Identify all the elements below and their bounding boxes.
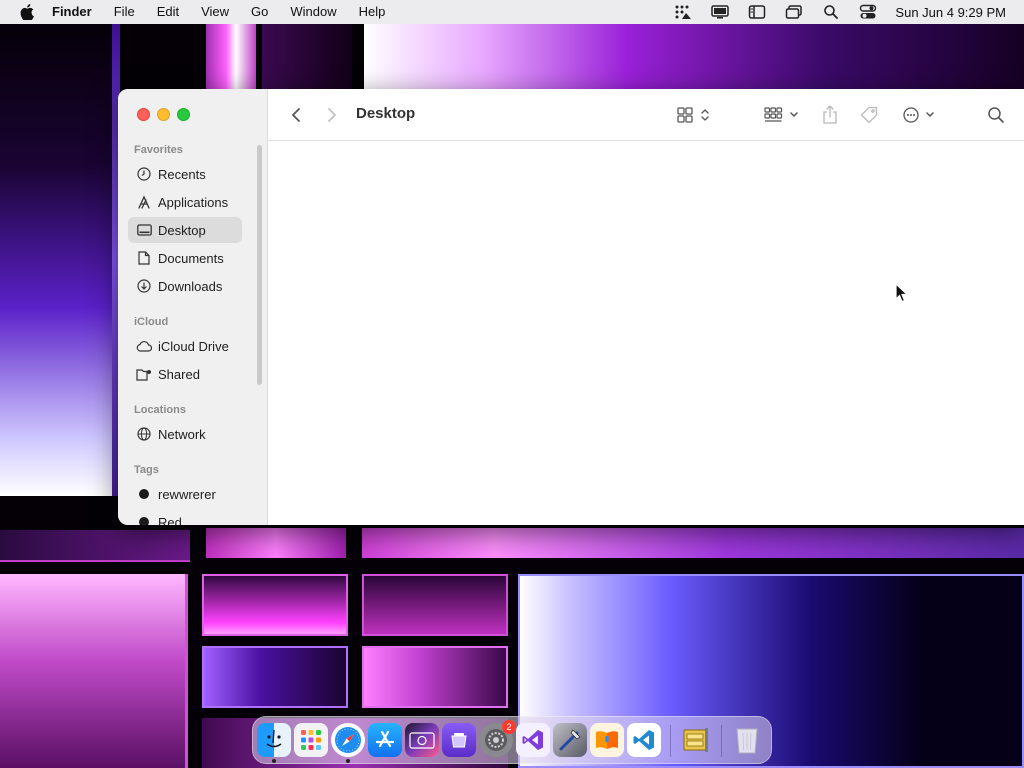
grid-apps-icon[interactable] (673, 3, 693, 21)
download-icon (136, 278, 152, 294)
zoom-window-button[interactable] (177, 108, 190, 121)
sidebar-scrollbar[interactable] (257, 145, 262, 385)
chevron-right-icon (328, 108, 336, 122)
sidebar-section-favorites: Favorites (134, 144, 183, 156)
search-icon (988, 107, 1004, 123)
dock-vscode-icon[interactable] (627, 723, 661, 757)
sidebar-item-icloud-drive[interactable]: iCloud Drive (128, 333, 242, 359)
dock-separator (670, 725, 671, 757)
menu-file[interactable]: File (114, 0, 135, 24)
sidebar-item-label: Documents (158, 250, 224, 266)
dock-app-store-icon[interactable] (368, 723, 402, 757)
spotlight-search-icon[interactable] (821, 3, 841, 21)
view-mode-button[interactable] (676, 103, 714, 127)
window-title: Desktop (356, 105, 416, 122)
sidebar-item-recents[interactable]: Recents (128, 161, 242, 187)
group-by-button[interactable] (763, 103, 803, 127)
sidebar-item-label: rewwrerer (158, 486, 216, 502)
dock: 2 (252, 716, 772, 764)
minimize-window-button[interactable] (157, 108, 170, 121)
running-indicator (272, 759, 276, 763)
mouse-cursor-icon (895, 282, 909, 303)
applications-icon (136, 194, 152, 210)
sidebar-item-label: Applications (158, 194, 229, 210)
sidebar-item-label: iCloud Drive (158, 338, 229, 354)
group-grid-icon (764, 107, 798, 122)
clock-icon (136, 166, 152, 182)
sidebar-item-label: Red (158, 514, 182, 526)
dock-safari-icon[interactable] (331, 723, 365, 757)
sidebar-item-label: Desktop (158, 222, 206, 238)
sidebar-item-tag-rewwrerer[interactable]: rewwrerer (128, 481, 242, 507)
menu-help[interactable]: Help (359, 0, 386, 24)
sidebar-section-locations: Locations (134, 404, 186, 416)
apple-menu-icon[interactable] (18, 3, 36, 21)
menu-edit[interactable]: Edit (157, 0, 179, 24)
sidebar-toggle-icon[interactable] (747, 3, 767, 21)
dock-system-settings-icon[interactable]: 2 (479, 720, 516, 757)
more-actions-button[interactable] (901, 103, 937, 127)
sidebar-item-network[interactable]: Network (128, 421, 242, 447)
menu-bar-clock[interactable]: Sun Jun 4 9:29 PM (895, 5, 1006, 20)
menu-view[interactable]: View (201, 0, 229, 24)
share-icon (823, 105, 837, 124)
tags-button[interactable] (858, 103, 880, 127)
back-button[interactable] (286, 103, 306, 127)
finder-sidebar: Favorites Recents Applications Desktop D… (118, 89, 268, 525)
dock-xcode-tools-icon[interactable] (553, 723, 587, 757)
desktop-icon (136, 222, 152, 238)
finder-content-area[interactable]: Desktop (268, 89, 1024, 525)
dock-trash-icon[interactable] (730, 723, 764, 757)
tag-color-dot (139, 517, 149, 525)
dock-archive-utility-icon[interactable] (679, 723, 713, 757)
dock-photo-booth-icon[interactable] (405, 723, 439, 757)
share-button[interactable] (819, 103, 841, 127)
sidebar-item-shared[interactable]: Shared (128, 361, 242, 387)
notification-badge: 2 (502, 720, 516, 734)
sidebar-item-documents[interactable]: Documents (128, 245, 242, 271)
finder-toolbar: Desktop (268, 89, 1024, 141)
dock-separator (721, 725, 722, 757)
sidebar-item-tag-red[interactable]: Red (128, 509, 242, 525)
tag-icon (860, 106, 878, 124)
dock-launchpad-icon[interactable] (294, 723, 328, 757)
search-button[interactable] (984, 103, 1008, 127)
chevron-left-icon (292, 108, 300, 122)
sidebar-section-icloud: iCloud (134, 316, 169, 328)
document-icon (136, 250, 152, 266)
forward-button[interactable] (322, 103, 342, 127)
sidebar-item-label: Recents (158, 166, 206, 182)
sidebar-item-label: Network (158, 426, 206, 442)
menu-go[interactable]: Go (251, 0, 268, 24)
dock-visual-studio-icon[interactable] (516, 723, 550, 757)
menu-window[interactable]: Window (290, 0, 336, 24)
shared-folder-icon (136, 366, 152, 382)
windows-icon[interactable] (784, 3, 804, 21)
menu-bar: Finder File Edit View Go Window Help Sun… (0, 0, 1024, 24)
running-indicator (346, 759, 350, 763)
sidebar-section-tags: Tags (134, 464, 159, 476)
menu-finder[interactable]: Finder (52, 0, 92, 24)
sidebar-item-desktop[interactable]: Desktop (128, 217, 242, 243)
sidebar-item-label: Shared (158, 366, 200, 382)
sidebar-item-label: Downloads (158, 278, 223, 294)
close-window-button[interactable] (137, 108, 150, 121)
dock-books-icon[interactable] (590, 723, 624, 757)
globe-icon (136, 426, 152, 442)
dock-podcasts-icon[interactable] (442, 723, 476, 757)
dock-finder-icon[interactable] (257, 723, 291, 757)
control-center-icon[interactable] (858, 3, 878, 21)
cloud-icon (136, 338, 152, 354)
ellipsis-circle-icon (903, 107, 934, 123)
sidebar-item-downloads[interactable]: Downloads (128, 273, 242, 299)
display-icon[interactable] (710, 3, 730, 21)
icon-grid-view-icon (677, 107, 709, 123)
finder-window: Favorites Recents Applications Desktop D… (118, 89, 1024, 525)
tag-color-dot (139, 489, 149, 499)
sidebar-item-applications[interactable]: Applications (128, 189, 242, 215)
